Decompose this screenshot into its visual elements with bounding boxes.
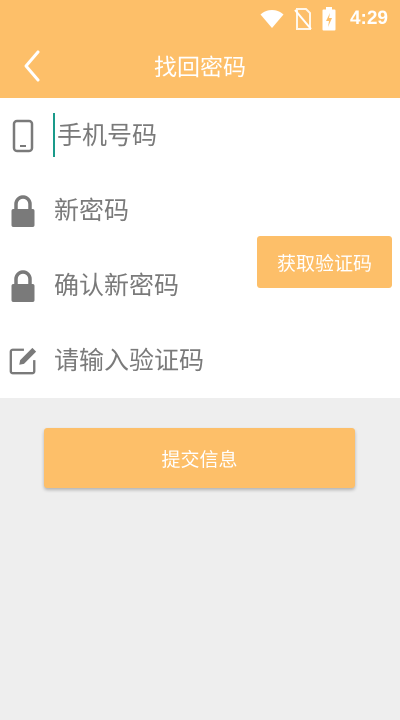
get-code-button[interactable]: 获取验证码 <box>257 236 392 288</box>
wifi-icon <box>260 9 284 29</box>
status-time: 4:29 <box>349 8 388 29</box>
app-bar: 找回密码 <box>0 38 400 98</box>
phone-input[interactable] <box>53 113 303 157</box>
verification-code-input[interactable] <box>54 338 244 382</box>
status-bar: 4:29 <box>0 0 400 38</box>
new-password-input[interactable] <box>54 188 304 232</box>
back-button[interactable] <box>10 46 54 90</box>
chevron-left-icon <box>22 49 42 87</box>
phone-icon <box>8 118 38 154</box>
phone-row <box>0 98 400 173</box>
battery-charging-icon <box>322 7 336 31</box>
verification-code-row <box>0 323 400 398</box>
no-sim-icon <box>294 8 312 30</box>
page-title: 找回密码 <box>154 55 246 81</box>
lock-icon <box>8 268 38 304</box>
lock-icon <box>8 193 38 229</box>
edit-icon <box>8 343 38 379</box>
submit-button[interactable]: 提交信息 <box>44 428 355 488</box>
